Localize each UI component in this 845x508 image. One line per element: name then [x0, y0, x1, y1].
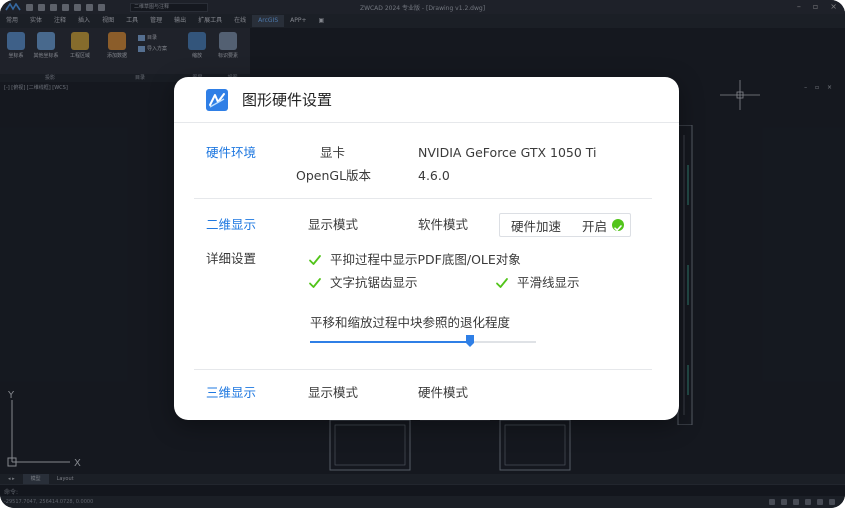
check-icon — [309, 255, 321, 265]
gpu-value: NVIDIA GeForce GTX 1050 Ti — [418, 145, 597, 160]
check-circle-icon — [612, 219, 624, 231]
check-icon — [496, 278, 508, 288]
gpu-label: 显卡 — [320, 145, 346, 160]
dialog-header: 图形硬件设置 — [174, 77, 679, 123]
hardware-acceleration-label: 硬件加速 — [511, 218, 562, 234]
section-2d-display: 二维显示 — [206, 217, 257, 232]
slider-thumb[interactable] — [466, 335, 474, 347]
degradation-label: 平移和缩放过程中块参照的退化程度 — [310, 315, 511, 330]
app-window: 二维草图与注释 ZWCAD 2024 专业版 - [Drawing v1.2.d… — [0, 0, 845, 508]
graphics-hardware-dialog: 图形硬件设置 硬件环境 显卡 NVIDIA GeForce GTX 1050 T… — [174, 77, 679, 420]
slider-fill — [310, 341, 470, 343]
option-label: 平抑过程中显示PDF底图/OLE对象 — [330, 252, 521, 267]
opengl-label: OpenGL版本 — [296, 168, 372, 183]
display-mode-label: 显示模式 — [308, 385, 359, 400]
option-label: 文字抗锯齿显示 — [330, 275, 418, 290]
opengl-value: 4.6.0 — [418, 168, 450, 183]
degradation-slider[interactable] — [310, 335, 536, 349]
display-mode-value: 软件模式 — [418, 217, 469, 232]
option-text-antialias[interactable]: 文字抗锯齿显示 — [308, 274, 418, 292]
option-smooth-line[interactable]: 平滑线显示 — [495, 274, 580, 292]
display-mode-value: 硬件模式 — [418, 385, 469, 400]
divider — [194, 198, 652, 199]
hardware-acceleration-toggle[interactable]: 硬件加速 开启 — [499, 213, 631, 237]
display-mode-label: 显示模式 — [308, 217, 359, 232]
hardware-acceleration-state: 开启 — [582, 218, 608, 234]
detail-settings-label: 详细设置 — [206, 251, 257, 266]
section-3d-display: 三维显示 — [206, 385, 257, 400]
option-pdf-ole[interactable]: 平抑过程中显示PDF底图/OLE对象 — [308, 251, 521, 269]
option-label: 平滑线显示 — [517, 275, 580, 290]
section-hardware: 硬件环境 — [206, 145, 257, 160]
divider — [194, 369, 652, 370]
app-logo-icon — [206, 89, 228, 111]
dialog-title: 图形硬件设置 — [242, 91, 333, 109]
check-icon — [309, 278, 321, 288]
